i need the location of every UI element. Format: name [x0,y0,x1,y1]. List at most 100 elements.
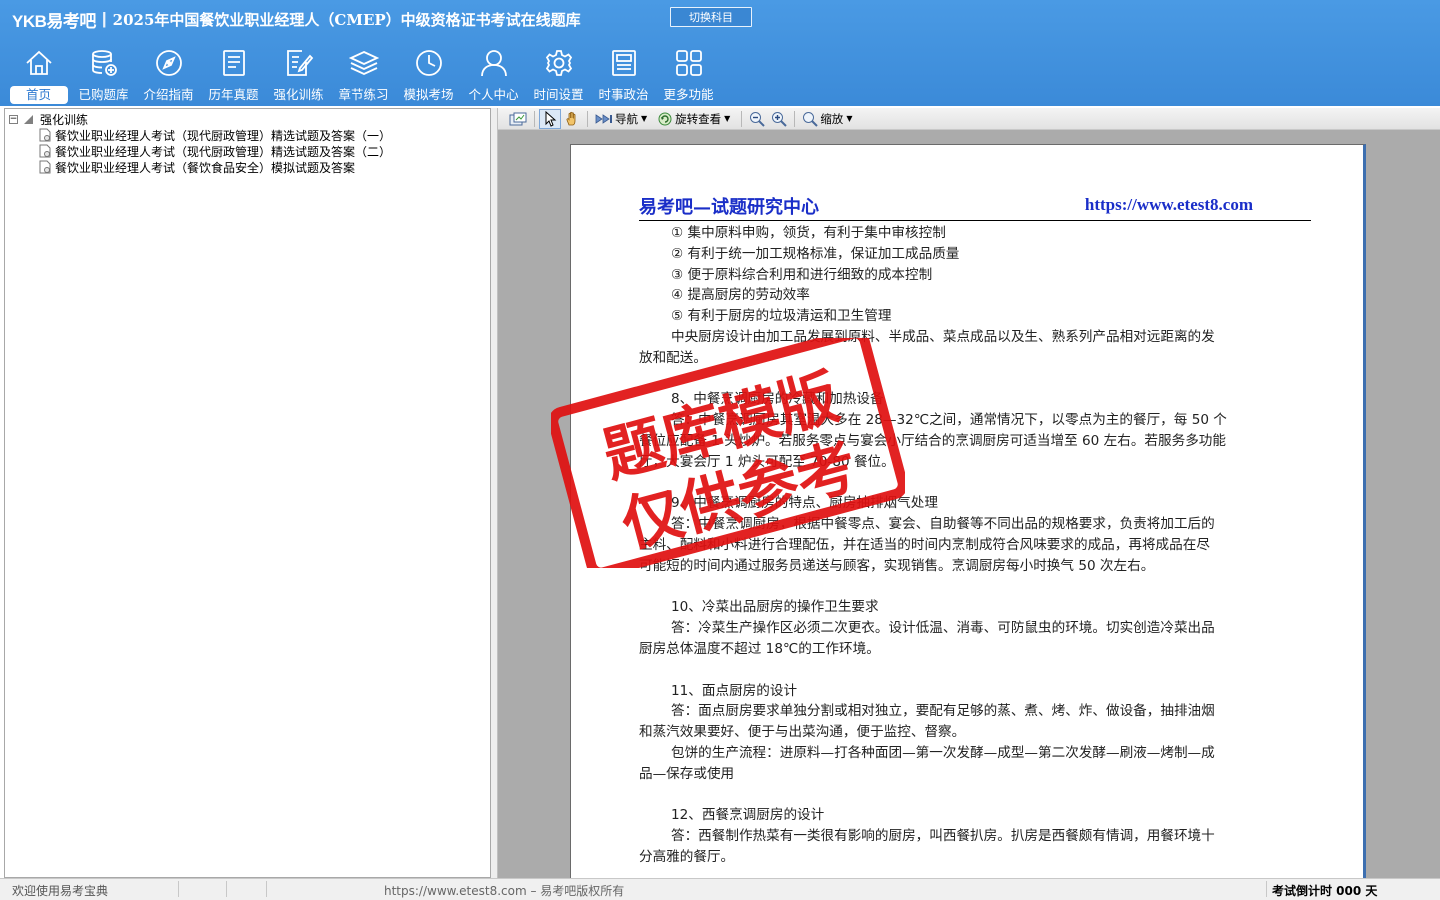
nav-home[interactable]: 首页 [6,46,71,104]
document-line: 厨房总体温度不超过 18℃的工作环境。 [639,640,880,657]
tree-item-label: 餐饮业职业经理人考试（现代厨政管理）精选试题及答案（一） [55,128,392,143]
document-icon [39,128,51,142]
document-line: 答：面点厨房要求单独分割或相对独立，要配有足够的蒸、煮、烤、炸、做设备，抽排油烟 [671,703,1215,720]
zoom-out-icon [750,111,766,127]
collapse-icon[interactable]: − [9,114,18,124]
document-line: ⑤ 有利于厨房的垃圾清运和卫生管理 [671,308,892,325]
status-bar: 欢迎使用易考宝典 https://www.etest8.com – 易考吧版权所… [0,878,1440,900]
zoom-out-button[interactable] [746,109,768,129]
exam-countdown: 考试倒计时 000 天 [1272,884,1378,898]
rotate-icon [658,112,672,125]
document-line: ② 有利于统一加工规格标准，保证加工成品质量 [671,245,960,262]
toolbar-separator [741,110,743,127]
navigation-dropdown[interactable]: 导航 ▼ [592,109,650,129]
document-line: 包饼的生产流程：进原料—打各种面团—第一次发酵—成型—第二次发酵—刷液—烤制—成 [671,744,1215,761]
toolbar-separator [534,110,535,127]
list-document-icon [217,46,251,80]
nav-label: 强化训练 [273,87,324,102]
nav-purchased[interactable]: 已购题库 [71,46,136,104]
nav-label: 介绍指南 [143,87,194,102]
nav-time-settings[interactable]: 时间设置 [526,46,591,104]
document-line: 品—保存或使用 [639,765,735,782]
tree-root-label: 强化训练 [40,112,89,127]
document-line: ① 集中原料申购，领货，有利于集中审核控制 [671,225,946,241]
tree-item[interactable]: 餐饮业职业经理人考试（现代厨政管理）精选试题及答案（一） [39,127,490,143]
thumbnail-icon [509,112,527,125]
welcome-text: 欢迎使用易考宝典 [12,884,109,898]
tree-item-label: 餐饮业职业经理人考试（餐饮食品安全）模拟试题及答案 [55,160,356,175]
copyright-text: https://www.etest8.com – 易考吧版权所有 [384,884,625,898]
home-icon [22,46,56,80]
logo-text: YKB易考吧 [12,11,96,31]
tree-item-label: 餐饮业职业经理人考试（现代厨政管理）精选试题及答案（二） [55,144,392,159]
dropdown-caret-icon: ▼ [724,114,731,123]
document-line: 11、面点厨房的设计 [671,682,798,699]
nav-label: 时事政治 [598,87,649,102]
thumbnail-button[interactable] [506,109,530,129]
document-line: ④ 提高厨房的劳动效率 [671,287,810,304]
zoom-icon [803,111,819,127]
document-line: 分高雅的餐厅。 [639,848,735,865]
navigation-icon [595,113,612,124]
app-header: YKB易考吧 | 2025年中国餐饮业职业经理人（CMEP）中级资格证书考试在线… [0,0,1440,106]
newspaper-icon [607,46,641,80]
tree-root[interactable]: − 强化训练 [9,111,490,127]
zoom-label: 缩放 [820,111,844,126]
nav-label: 历年真题 [208,87,259,102]
compass-icon [152,46,186,80]
nav-label: 章节练习 [338,87,389,102]
document-line: 答：西餐制作热菜有一类很有影响的厨房，叫西餐扒房。扒房是西餐颇有情调，用餐环境十 [671,828,1215,845]
tree-item[interactable]: 餐饮业职业经理人考试（现代厨政管理）精选试题及答案（二） [39,143,490,159]
toolbar-separator [794,110,796,127]
status-divider [1266,881,1267,897]
nav-profile[interactable]: 个人中心 [461,46,526,104]
database-icon [87,46,121,80]
document-icon [39,144,51,158]
nav-label: 个人中心 [468,87,519,102]
page-brand: 易考吧—试题研究中心 [639,197,819,218]
rotate-dropdown[interactable]: 旋转查看 ▼ [654,109,733,129]
document-line: 答：冷菜生产操作区必须二次更衣。设计低温、消毒、可防鼠虫的环境。切实创造冷菜出品 [671,620,1215,637]
user-icon [477,46,511,80]
dropdown-caret-icon: ▼ [641,114,648,123]
nav-current-affairs[interactable]: 时事政治 [591,46,656,104]
nav-mock-exam[interactable]: 模拟考场 [396,46,461,104]
zoom-in-button[interactable] [768,109,790,129]
nav-label: 更多功能 [663,87,714,102]
zoom-dropdown[interactable]: 缩放 ▼ [799,109,855,129]
layers-icon [347,46,381,80]
document-icon [39,160,51,174]
nav-label: 首页 [9,86,68,104]
select-tool-button[interactable] [539,108,561,129]
viewer-toolbar: 导航 ▼ 旋转查看 ▼ 缩放 ▼ [498,108,1440,130]
title-bar: YKB易考吧 | 2025年中国餐饮业职业经理人（CMEP）中级资格证书考试在线… [0,0,1440,38]
dropdown-caret-icon: ▼ [846,114,853,123]
document-line: ③ 便于原料综合利用和进行细致的成本控制 [671,266,933,283]
document-line: 12、西餐烹调厨房的设计 [671,807,825,824]
grid-icon [672,46,706,80]
nav-guide[interactable]: 介绍指南 [136,46,201,104]
switch-subject-button[interactable]: 切换科目 [670,7,752,27]
tree-item[interactable]: 餐饮业职业经理人考试（餐饮食品安全）模拟试题及答案 [39,159,490,175]
clock-icon [412,46,446,80]
nav-label: 已购题库 [78,87,129,102]
navigation-label: 导航 [615,111,638,126]
nav-past-exams[interactable]: 历年真题 [201,46,266,104]
nav-label: 时间设置 [533,87,584,102]
document-line: 10、冷菜出品厨房的操作卫生要求 [671,599,879,616]
gear-icon [542,46,576,80]
hand-tool-button[interactable] [561,109,583,129]
main-nav: 首页 已购题库 介绍指南 历年真题 强化训练 章节练习 模拟考场 个人中心 时间… [6,46,721,104]
cursor-icon [545,110,557,127]
question-tree: − 强化训练 餐饮业职业经理人考试（现代厨政管理）精选试题及答案（一） 餐饮业职… [5,109,490,175]
nav-more[interactable]: 更多功能 [656,46,721,104]
status-divider [178,881,179,897]
app-window: YKB易考吧 | 2025年中国餐饮业职业经理人（CMEP）中级资格证书考试在线… [0,0,1440,900]
folder-icon [24,115,33,124]
nav-chapter[interactable]: 章节练习 [331,46,396,104]
title-separator: | [101,9,107,28]
nav-training[interactable]: 强化训练 [266,46,331,104]
page-url: https://www.etest8.com [1084,195,1253,214]
